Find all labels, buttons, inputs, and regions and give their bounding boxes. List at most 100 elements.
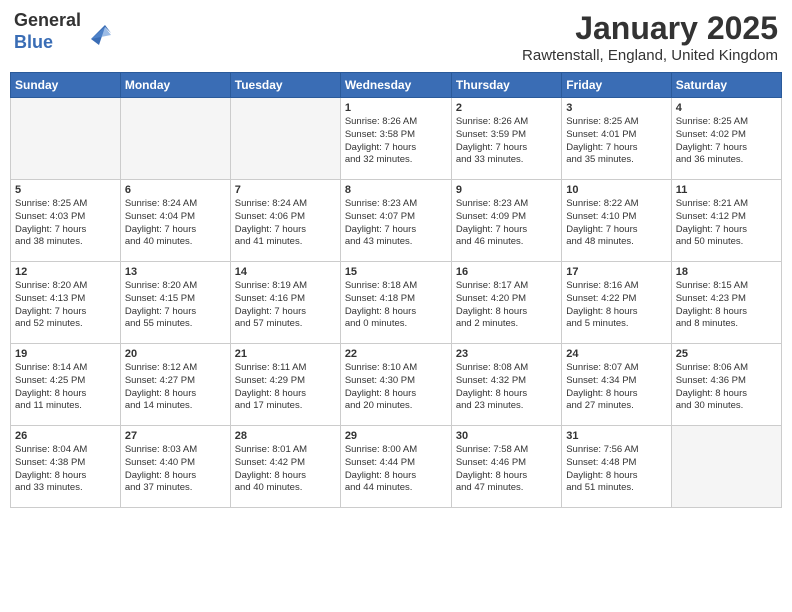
day-number: 30: [456, 430, 557, 442]
cell-details: Sunrise: 8:19 AM Sunset: 4:16 PM Dayligh…: [235, 280, 336, 331]
day-number: 3: [566, 102, 666, 114]
cell-details: Sunrise: 8:23 AM Sunset: 4:09 PM Dayligh…: [456, 198, 557, 249]
logo: General Blue: [14, 10, 113, 53]
weekday-header-friday: Friday: [562, 73, 671, 98]
day-number: 11: [676, 184, 777, 196]
cell-details: Sunrise: 8:03 AM Sunset: 4:40 PM Dayligh…: [125, 444, 226, 495]
day-number: 29: [345, 430, 447, 442]
calendar-cell: 7 Sunrise: 8:24 AM Sunset: 4:06 PM Daylig…: [230, 180, 340, 262]
calendar-cell: 20 Sunrise: 8:12 AM Sunset: 4:27 PM Dayli…: [120, 344, 230, 426]
calendar-cell: 10Sunrise: 8:22 AM Sunset: 4:10 PM Dayli…: [562, 180, 671, 262]
calendar-table: SundayMondayTuesdayWednesdayThursdayFrid…: [10, 72, 782, 508]
calendar-cell: 6 Sunrise: 8:24 AM Sunset: 4:04 PM Daylig…: [120, 180, 230, 262]
calendar-cell: 4 Sunrise: 8:25 AM Sunset: 4:02 PM Daylig…: [671, 98, 781, 180]
day-number: 17: [566, 266, 666, 278]
cell-details: Sunrise: 8:23 AM Sunset: 4:07 PM Dayligh…: [345, 198, 447, 249]
day-number: 28: [235, 430, 336, 442]
cell-details: Sunrise: 8:24 AM Sunset: 4:06 PM Dayligh…: [235, 198, 336, 249]
calendar-cell: 25 Sunrise: 8:06 AM Sunset: 4:36 PM Dayli…: [671, 344, 781, 426]
cell-details: Sunrise: 8:25 AM Sunset: 4:01 PM Dayligh…: [566, 116, 666, 167]
calendar-cell: 14 Sunrise: 8:19 AM Sunset: 4:16 PM Dayli…: [230, 262, 340, 344]
day-number: 24: [566, 348, 666, 360]
cell-details: Sunrise: 8:24 AM Sunset: 4:04 PM Dayligh…: [125, 198, 226, 249]
weekday-header-row: SundayMondayTuesdayWednesdayThursdayFrid…: [11, 73, 782, 98]
calendar-cell: 1Sunrise: 8:26 AM Sunset: 3:58 PM Daylig…: [340, 98, 451, 180]
calendar-cell: 22 Sunrise: 8:10 AM Sunset: 4:30 PM Dayli…: [340, 344, 451, 426]
day-number: 27: [125, 430, 226, 442]
day-number: 4: [676, 102, 777, 114]
cell-details: Sunrise: 8:11 AM Sunset: 4:29 PM Dayligh…: [235, 362, 336, 413]
calendar-cell: 15 Sunrise: 8:18 AM Sunset: 4:18 PM Dayli…: [340, 262, 451, 344]
day-number: 9: [456, 184, 557, 196]
day-number: 2: [456, 102, 557, 114]
cell-details: Sunrise: 7:58 AM Sunset: 4:46 PM Dayligh…: [456, 444, 557, 495]
logo-blue: Blue: [14, 32, 81, 54]
cell-details: Sunrise: 8:08 AM Sunset: 4:32 PM Dayligh…: [456, 362, 557, 413]
cell-details: Sunrise: 8:12 AM Sunset: 4:27 PM Dayligh…: [125, 362, 226, 413]
day-number: 20: [125, 348, 226, 360]
cell-details: Sunrise: 8:04 AM Sunset: 4:38 PM Dayligh…: [15, 444, 116, 495]
cell-details: Sunrise: 8:26 AM Sunset: 3:59 PM Dayligh…: [456, 116, 557, 167]
week-row-3: 12 Sunrise: 8:20 AM Sunset: 4:13 PM Dayli…: [11, 262, 782, 344]
day-number: 19: [15, 348, 116, 360]
calendar-cell: 8 Sunrise: 8:23 AM Sunset: 4:07 PM Daylig…: [340, 180, 451, 262]
cell-details: Sunrise: 8:25 AM Sunset: 4:02 PM Dayligh…: [676, 116, 777, 167]
calendar-cell: [671, 426, 781, 508]
logo-general: General: [14, 10, 81, 32]
cell-details: Sunrise: 8:07 AM Sunset: 4:34 PM Dayligh…: [566, 362, 666, 413]
day-number: 26: [15, 430, 116, 442]
cell-details: Sunrise: 8:15 AM Sunset: 4:23 PM Dayligh…: [676, 280, 777, 331]
day-number: 21: [235, 348, 336, 360]
day-number: 25: [676, 348, 777, 360]
cell-details: Sunrise: 8:25 AM Sunset: 4:03 PM Dayligh…: [15, 198, 116, 249]
weekday-header-monday: Monday: [120, 73, 230, 98]
calendar-cell: 19Sunrise: 8:14 AM Sunset: 4:25 PM Dayli…: [11, 344, 121, 426]
day-number: 7: [235, 184, 336, 196]
logo-icon: [83, 17, 113, 47]
day-number: 1: [345, 102, 447, 114]
day-number: 18: [676, 266, 777, 278]
day-number: 5: [15, 184, 116, 196]
weekday-header-thursday: Thursday: [451, 73, 561, 98]
week-row-5: 26 Sunrise: 8:04 AM Sunset: 4:38 PM Dayli…: [11, 426, 782, 508]
weekday-header-tuesday: Tuesday: [230, 73, 340, 98]
calendar-cell: 13Sunrise: 8:20 AM Sunset: 4:15 PM Dayli…: [120, 262, 230, 344]
week-row-2: 5 Sunrise: 8:25 AM Sunset: 4:03 PM Daylig…: [11, 180, 782, 262]
calendar-cell: 29 Sunrise: 8:00 AM Sunset: 4:44 PM Dayli…: [340, 426, 451, 508]
calendar-cell: [11, 98, 121, 180]
page-header: General Blue January 2025 Rawtenstall, E…: [10, 10, 782, 64]
cell-details: Sunrise: 8:17 AM Sunset: 4:20 PM Dayligh…: [456, 280, 557, 331]
cell-details: Sunrise: 7:56 AM Sunset: 4:48 PM Dayligh…: [566, 444, 666, 495]
calendar-cell: 9 Sunrise: 8:23 AM Sunset: 4:09 PM Daylig…: [451, 180, 561, 262]
day-number: 14: [235, 266, 336, 278]
day-number: 12: [15, 266, 116, 278]
calendar-cell: 11 Sunrise: 8:21 AM Sunset: 4:12 PM Dayli…: [671, 180, 781, 262]
calendar-cell: [120, 98, 230, 180]
calendar-location: Rawtenstall, England, United Kingdom: [522, 47, 778, 64]
cell-details: Sunrise: 8:00 AM Sunset: 4:44 PM Dayligh…: [345, 444, 447, 495]
day-number: 23: [456, 348, 557, 360]
day-number: 8: [345, 184, 447, 196]
calendar-cell: 23 Sunrise: 8:08 AM Sunset: 4:32 PM Dayli…: [451, 344, 561, 426]
calendar-cell: 21 Sunrise: 8:11 AM Sunset: 4:29 PM Dayli…: [230, 344, 340, 426]
day-number: 22: [345, 348, 447, 360]
calendar-cell: 16Sunrise: 8:17 AM Sunset: 4:20 PM Dayli…: [451, 262, 561, 344]
day-number: 6: [125, 184, 226, 196]
weekday-header-wednesday: Wednesday: [340, 73, 451, 98]
calendar-cell: [230, 98, 340, 180]
day-number: 15: [345, 266, 447, 278]
calendar-cell: 12 Sunrise: 8:20 AM Sunset: 4:13 PM Dayli…: [11, 262, 121, 344]
calendar-cell: 31Sunrise: 7:56 AM Sunset: 4:48 PM Dayli…: [562, 426, 671, 508]
day-number: 13: [125, 266, 226, 278]
calendar-cell: 27 Sunrise: 8:03 AM Sunset: 4:40 PM Dayli…: [120, 426, 230, 508]
cell-details: Sunrise: 8:20 AM Sunset: 4:13 PM Dayligh…: [15, 280, 116, 331]
cell-details: Sunrise: 8:06 AM Sunset: 4:36 PM Dayligh…: [676, 362, 777, 413]
cell-details: Sunrise: 8:21 AM Sunset: 4:12 PM Dayligh…: [676, 198, 777, 249]
week-row-4: 19Sunrise: 8:14 AM Sunset: 4:25 PM Dayli…: [11, 344, 782, 426]
calendar-cell: 26 Sunrise: 8:04 AM Sunset: 4:38 PM Dayli…: [11, 426, 121, 508]
cell-details: Sunrise: 8:16 AM Sunset: 4:22 PM Dayligh…: [566, 280, 666, 331]
cell-details: Sunrise: 8:10 AM Sunset: 4:30 PM Dayligh…: [345, 362, 447, 413]
weekday-header-sunday: Sunday: [11, 73, 121, 98]
cell-details: Sunrise: 8:18 AM Sunset: 4:18 PM Dayligh…: [345, 280, 447, 331]
calendar-cell: 24 Sunrise: 8:07 AM Sunset: 4:34 PM Dayli…: [562, 344, 671, 426]
